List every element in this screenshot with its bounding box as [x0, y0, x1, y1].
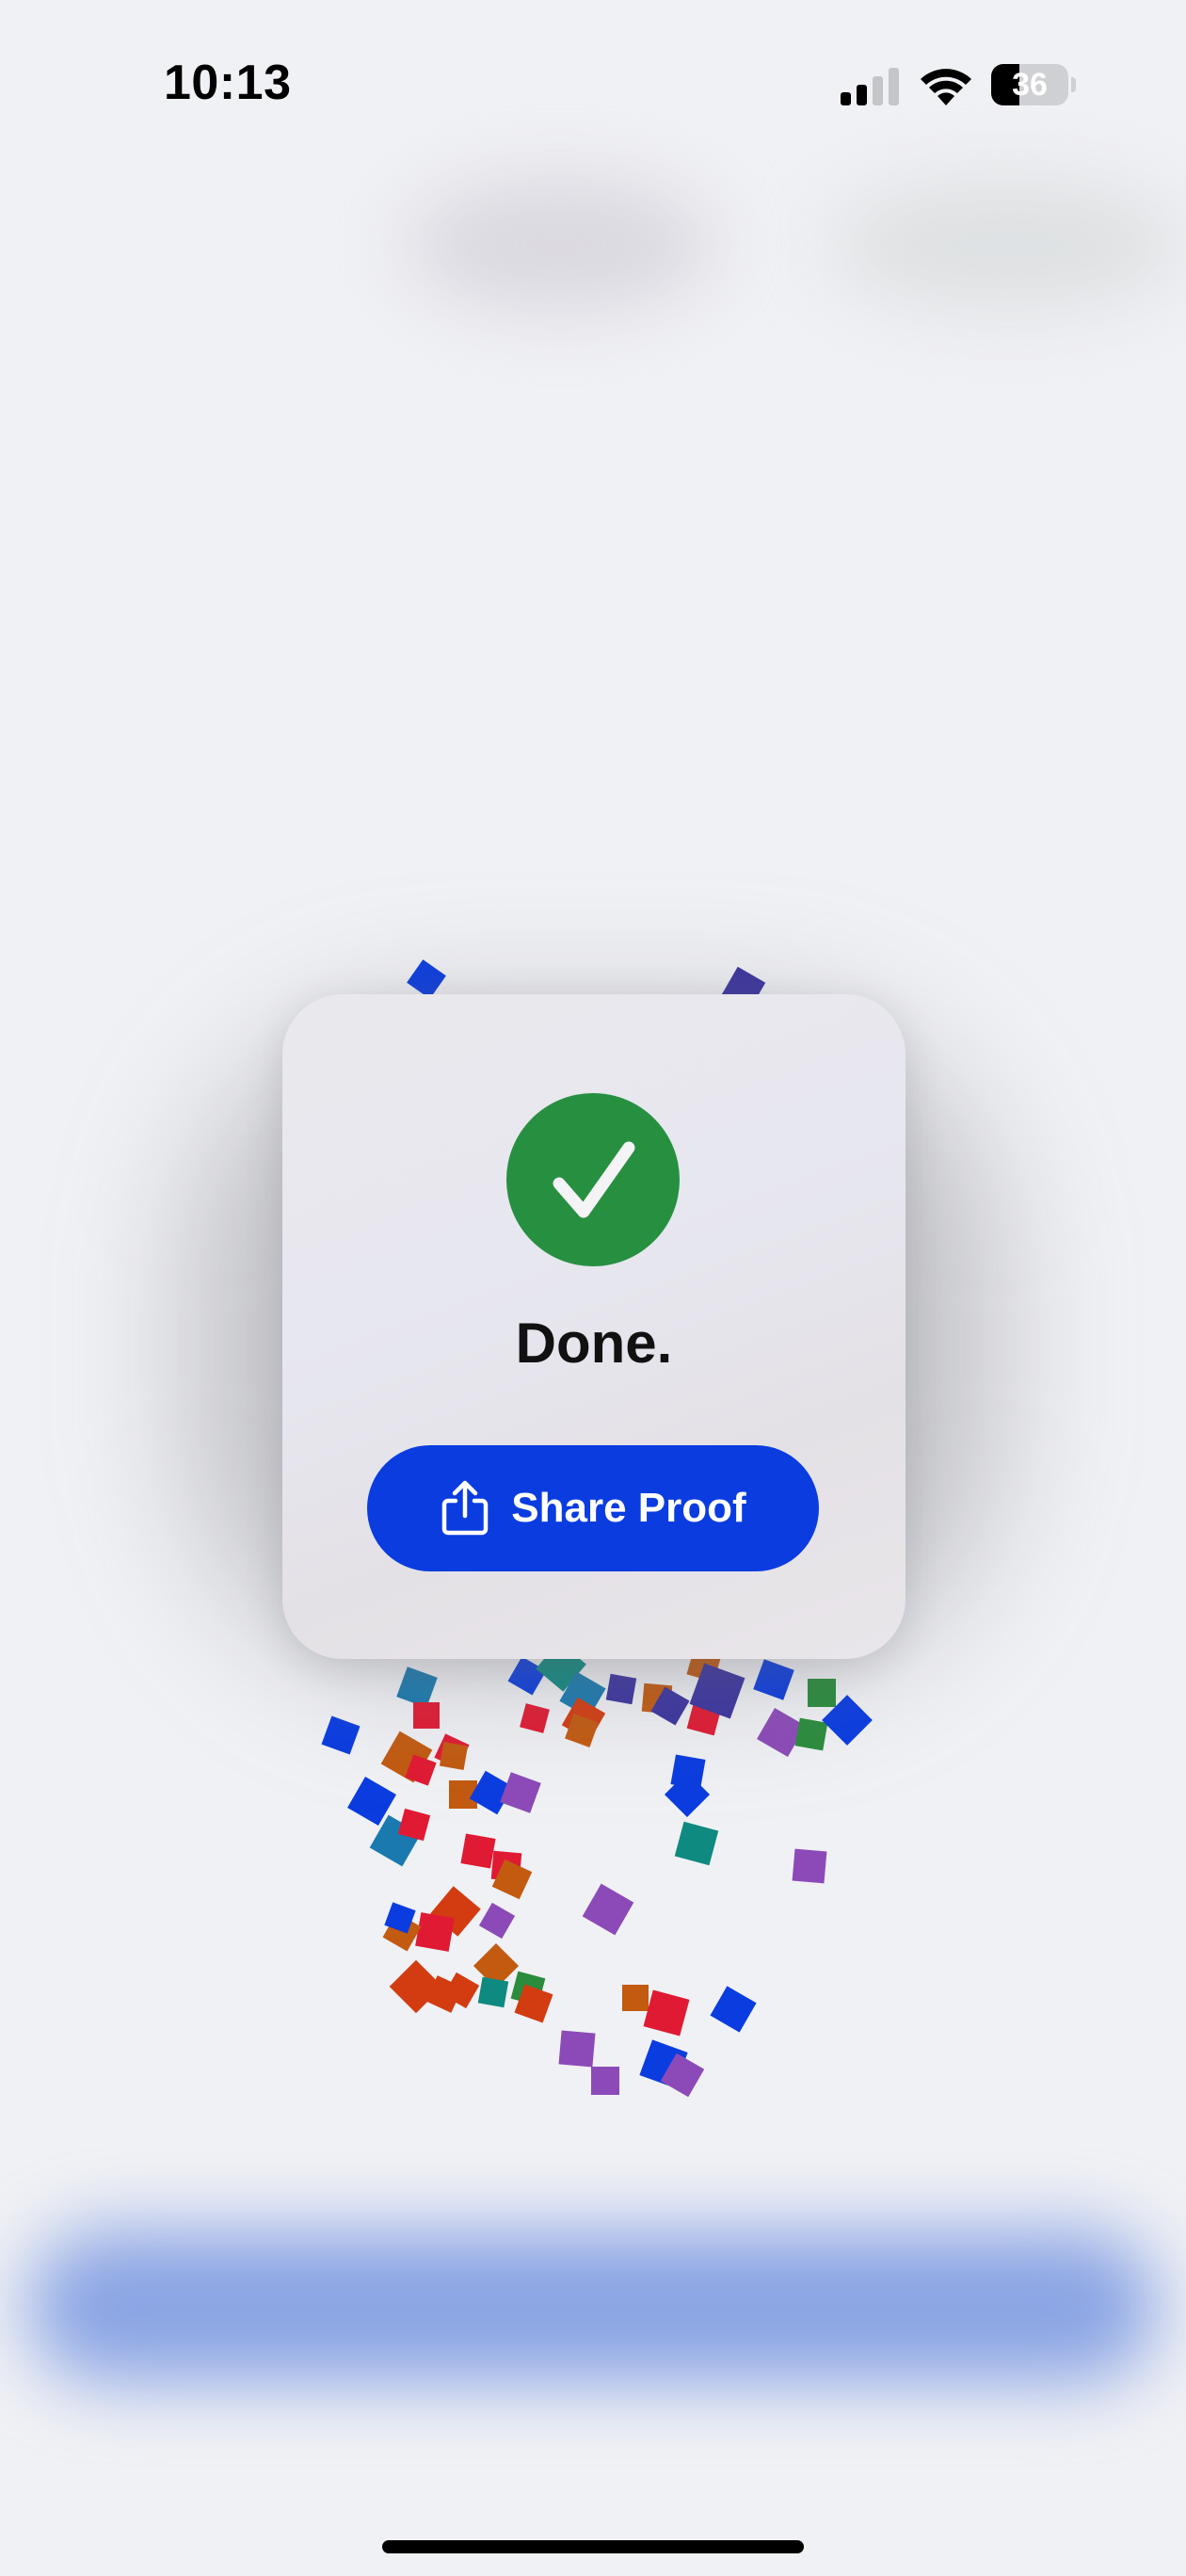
confetti-piece	[405, 1754, 437, 1786]
confetti-piece	[641, 1682, 673, 1715]
confetti-piece	[565, 1714, 599, 1747]
confetti-piece	[792, 1848, 827, 1884]
confetti-piece	[559, 1671, 606, 1718]
confetti-piece	[478, 1902, 516, 1940]
confetti-piece	[490, 1850, 522, 1882]
home-indicator[interactable]	[382, 2540, 804, 2553]
confetti-piece	[460, 1833, 496, 1869]
confetti-piece	[605, 1673, 637, 1705]
confetti-piece	[643, 1989, 690, 2037]
status-time: 10:13	[164, 56, 292, 110]
battery-icon: 36	[991, 64, 1076, 107]
background-blur	[405, 179, 715, 311]
confetti-piece	[822, 1695, 873, 1746]
confetti-piece	[757, 1708, 806, 1757]
confetti-piece	[622, 1985, 649, 2011]
confetti-piece	[664, 1771, 711, 1818]
share-proof-button[interactable]: Share Proof	[367, 1445, 819, 1571]
confetti-piece	[449, 1780, 477, 1809]
confetti-piece	[582, 1883, 634, 1936]
confetti-piece	[473, 1942, 520, 1989]
confetti-piece	[686, 1700, 722, 1736]
confetti-piece	[561, 1697, 606, 1742]
confetti-piece	[650, 1686, 690, 1726]
bottom-bar-blur	[28, 2231, 1158, 2382]
confetti-piece	[510, 1971, 546, 2006]
confetti-piece	[514, 1984, 553, 2023]
confetti-piece	[407, 959, 446, 999]
cellular-signal-icon	[841, 68, 899, 105]
confetti-piece	[397, 1808, 431, 1842]
confetti-piece	[425, 1975, 463, 2013]
confetti-piece	[347, 1777, 396, 1826]
confetti-piece	[477, 1976, 509, 2008]
status-bar: 10:13 36	[0, 0, 1186, 169]
confetti-piece	[500, 1772, 541, 1813]
checkmark-circle-icon	[506, 1093, 680, 1266]
confetti-piece	[794, 1717, 828, 1751]
confetti-piece	[321, 1715, 361, 1755]
confetti-piece	[469, 1770, 514, 1815]
confetti-piece	[660, 2053, 705, 2098]
confetti-piece	[808, 1679, 836, 1707]
success-dialog: Done. Share Proof	[282, 994, 906, 1659]
confetti-piece	[710, 1986, 757, 2033]
confetti-piece	[442, 1972, 480, 2009]
dialog-title: Done.	[515, 1312, 673, 1375]
confetti-piece	[670, 1754, 706, 1790]
confetti-piece	[674, 1821, 719, 1866]
confetti-piece	[384, 1902, 416, 1934]
battery-percentage: 36	[1012, 67, 1048, 103]
confetti-piece	[558, 2030, 596, 2068]
confetti-piece	[591, 2067, 619, 2095]
confetti-piece	[389, 1959, 443, 2014]
confetti-piece	[413, 1702, 440, 1729]
confetti-piece	[382, 1912, 422, 1952]
share-proof-label: Share Proof	[511, 1485, 746, 1531]
wifi-icon	[921, 69, 971, 105]
confetti-piece	[639, 2039, 688, 2088]
confetti-piece	[434, 1733, 470, 1769]
confetti-piece	[430, 1886, 481, 1937]
confetti-piece	[369, 1814, 422, 1867]
confetti-piece	[415, 1912, 455, 1952]
share-icon	[442, 1480, 489, 1536]
confetti-piece	[380, 1731, 433, 1783]
confetti-piece	[439, 1741, 469, 1771]
background-blur	[828, 179, 1186, 311]
confetti-piece	[491, 1859, 533, 1900]
confetti-piece	[520, 1703, 550, 1733]
